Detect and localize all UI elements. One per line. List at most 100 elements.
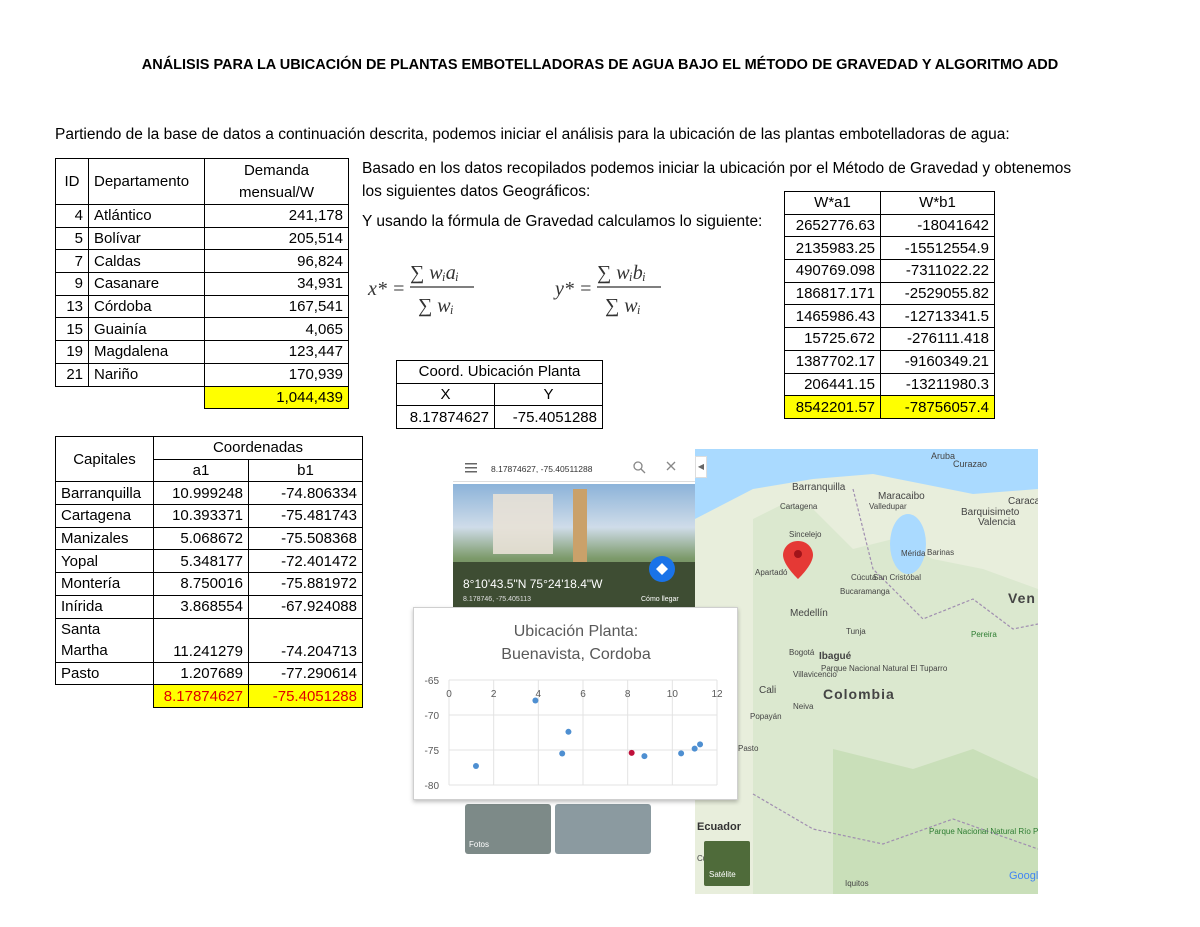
row-capital: Cartagena bbox=[55, 504, 154, 528]
map-label: Tunja bbox=[846, 627, 866, 636]
row-a1: 11.241279 bbox=[153, 617, 249, 663]
col-header-id: ID bbox=[55, 158, 89, 205]
row-capital: Inírida bbox=[55, 594, 154, 619]
table-row: Montería 8.750016 -75.881972 bbox=[55, 572, 363, 596]
col-header-y: Y bbox=[494, 382, 603, 407]
row-id: 4 bbox=[55, 204, 89, 228]
row-b1: -74.806334 bbox=[248, 481, 363, 506]
col-header-demand-l2: mensual/W bbox=[238, 183, 315, 201]
close-icon[interactable] bbox=[666, 461, 676, 471]
map-label: Colombia bbox=[823, 686, 895, 702]
col-header-a1: a1 bbox=[153, 458, 249, 483]
collapse-panel-icon[interactable]: ◀ bbox=[695, 456, 707, 478]
demand-total: 1,044,439 bbox=[204, 385, 349, 410]
row-wa: 1465986.43 bbox=[784, 304, 881, 329]
table-row: 21 Nariño 170,939 bbox=[55, 362, 349, 387]
table-row: Yopal 5.348177 -72.401472 bbox=[55, 549, 363, 574]
row-dept: Córdoba bbox=[88, 294, 205, 319]
chart-title: Ubicación Planta: bbox=[514, 623, 639, 640]
table-row: Manizales 5.068672 -75.508368 bbox=[55, 526, 363, 551]
col-header-dept: Departamento bbox=[88, 158, 205, 205]
scatter-chart: Ubicación Planta: Buenavista, Cordoba 0 2… bbox=[425, 623, 723, 792]
row-wb: -15512554.9 bbox=[880, 236, 995, 261]
row-a1: 3.868554 bbox=[153, 594, 249, 619]
row-b1: -72.401472 bbox=[248, 549, 363, 574]
capitals-table: Capitales Coordenadas a1 b1 Barranquilla… bbox=[55, 435, 363, 708]
row-id: 19 bbox=[55, 340, 89, 364]
row-id: 9 bbox=[55, 272, 89, 296]
row-b1: -75.881972 bbox=[248, 572, 363, 596]
table-row: Barranquilla 10.999248 -74.806334 bbox=[55, 481, 363, 506]
row-wb: -2529055.82 bbox=[880, 281, 995, 306]
row-capital: Barranquilla bbox=[55, 481, 154, 506]
row-capital: Yopal bbox=[55, 549, 154, 574]
satellite-toggle[interactable] bbox=[704, 841, 750, 886]
col-header-wa: W*a1 bbox=[784, 191, 881, 215]
place-photo-canvas: 8°10'43.5"N 75°24'18.4"W 8.178746, -75.4… bbox=[453, 489, 695, 608]
map-label: Parque Nacional Natural Río Puré bbox=[929, 827, 1038, 836]
row-id: 7 bbox=[55, 249, 89, 274]
col-header-x: X bbox=[396, 382, 495, 407]
map-label: San Cristóbal bbox=[873, 573, 921, 582]
row-wa: 206441.15 bbox=[784, 372, 881, 397]
map-label: Valledupar bbox=[869, 502, 907, 511]
row-dept: Atlántico bbox=[88, 204, 205, 228]
table-row: 2135983.25 -15512554.9 bbox=[784, 236, 995, 261]
table-row: 2652776.63 -18041642 bbox=[784, 213, 995, 238]
table-row: 5 Bolívar 205,514 bbox=[55, 226, 349, 251]
table-row: 1387702.17 -9160349.21 bbox=[784, 349, 995, 374]
row-wb: -9160349.21 bbox=[880, 349, 995, 374]
row-wa: 186817.171 bbox=[784, 281, 881, 306]
y-tick-label: -65 bbox=[425, 676, 440, 687]
row-b1: -74.204713 bbox=[248, 617, 363, 663]
map-label: Curazao bbox=[953, 459, 987, 469]
table-row: 186817.171 -2529055.82 bbox=[784, 281, 995, 306]
row-wb: -276111.418 bbox=[880, 327, 995, 351]
x-tick-label: 10 bbox=[667, 689, 679, 700]
col-header-capitals: Capitales bbox=[55, 435, 154, 483]
table-row: Cartagena 10.393371 -75.481743 bbox=[55, 504, 363, 528]
col-header-b1: b1 bbox=[248, 458, 363, 483]
map-label: Sincelejo bbox=[789, 530, 822, 539]
directions-label: Cómo llegar bbox=[641, 596, 679, 603]
row-b1: -75.481743 bbox=[248, 504, 363, 528]
col-header-wb: W*b1 bbox=[880, 191, 995, 215]
total-wa: 8542201.57 bbox=[784, 395, 881, 419]
table-row: 1465986.43 -12713341.5 bbox=[784, 304, 995, 329]
row-demand: 96,824 bbox=[204, 249, 349, 274]
col-header-demand: Demanda mensual/W bbox=[204, 158, 349, 205]
table-row: 15 Guainía 4,065 bbox=[55, 317, 349, 342]
map-label: Valencia bbox=[978, 517, 1016, 528]
search-icon[interactable] bbox=[633, 461, 646, 474]
menu-icon[interactable] bbox=[465, 463, 477, 473]
plant-coords-table: Coord. Ubicación Planta X Y 8.17874627 -… bbox=[396, 360, 603, 430]
map-label: Popayán bbox=[750, 712, 782, 721]
row-wa: 2652776.63 bbox=[784, 213, 881, 238]
map-label: Iquitos bbox=[845, 879, 869, 888]
table-row: 19 Magdalena 123,447 bbox=[55, 340, 349, 364]
row-wb: -18041642 bbox=[880, 213, 995, 238]
map-label: Caracas bbox=[1008, 496, 1038, 507]
table-row: Santa Martha 11.241279 -74.204713 bbox=[55, 617, 363, 663]
row-dept: Nariño bbox=[88, 362, 205, 387]
street-view-thumbnail[interactable] bbox=[555, 804, 651, 854]
row-b1: -75.508368 bbox=[248, 526, 363, 551]
search-input: 8.17874627, -75.40511288 bbox=[491, 464, 593, 474]
row-wa: 490769.098 bbox=[784, 259, 881, 283]
row-b1: -77.290614 bbox=[248, 661, 363, 686]
row-wa: 2135983.25 bbox=[784, 236, 881, 261]
map-label: Pasto bbox=[738, 744, 759, 753]
row-dept: Magdalena bbox=[88, 340, 205, 364]
y-formula-numerator: ∑ wᵢbᵢ bbox=[597, 262, 646, 284]
row-dept: Guainía bbox=[88, 317, 205, 342]
x-tick-label: 8 bbox=[625, 689, 631, 700]
row-demand: 34,931 bbox=[204, 272, 349, 296]
data-point bbox=[532, 697, 539, 704]
row-wa: 15725.672 bbox=[784, 327, 881, 351]
y-tick-label: -75 bbox=[425, 746, 440, 757]
map-search-bar[interactable]: 8.17874627, -75.40511288 bbox=[453, 452, 695, 482]
row-capital: Santa Martha bbox=[55, 617, 154, 663]
map-label: Ven bbox=[1008, 590, 1036, 606]
row-wb: -13211980.3 bbox=[880, 372, 995, 397]
y-formula-denominator: ∑ wᵢ bbox=[605, 295, 641, 317]
